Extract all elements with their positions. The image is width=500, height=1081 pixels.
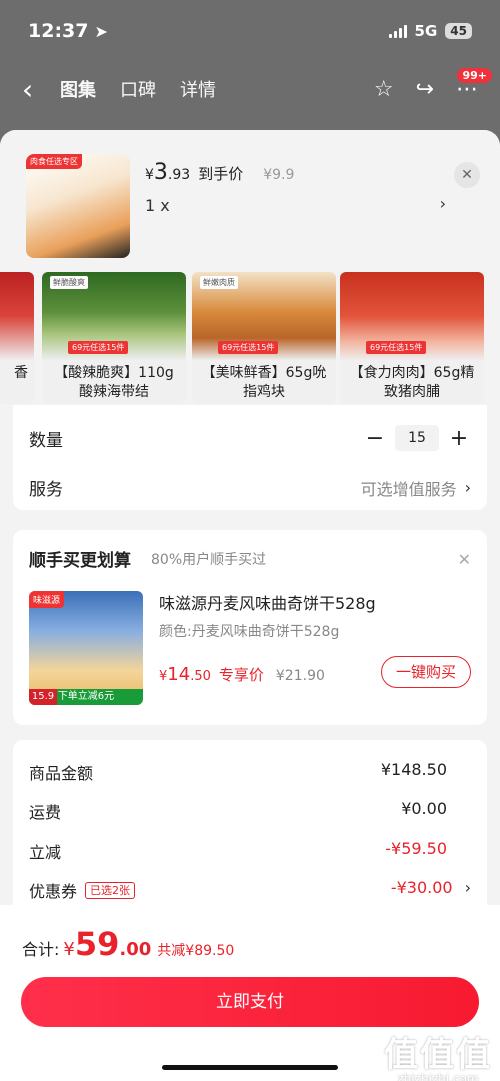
addon-price-currency: ¥ <box>159 669 168 684</box>
chevron-right-icon[interactable]: › <box>440 194 446 213</box>
checkout-sheet: 肉食任选专区 ¥ 3 .93 到手价 ¥9.9 1 x › ✕ 香 鲜脆酸爽 6… <box>0 130 500 1081</box>
breakdown-label: 商品金额 <box>29 764 94 783</box>
network-type: 5G <box>414 22 438 40</box>
share-icon[interactable]: ↪ <box>416 77 434 102</box>
breakdown-value: ¥148.50 <box>380 760 447 779</box>
watermark-url: zhizhizhi.com <box>397 1072 479 1081</box>
product-summary: 肉食任选专区 ¥ 3 .93 到手价 ¥9.9 1 x › ✕ <box>0 130 500 270</box>
pay-now-button[interactable]: 立即支付 <box>21 977 479 1027</box>
variant-name: 【酸辣脆爽】110g酸辣海带结 <box>54 365 174 400</box>
total-decimal: .00 <box>119 939 152 960</box>
breakdown-row: 立减 -¥59.50 <box>29 839 447 863</box>
unit-price: ¥ 3 .93 到手价 ¥9.9 <box>145 160 294 185</box>
close-icon[interactable]: ✕ <box>458 550 471 569</box>
back-icon[interactable]: ‹ <box>22 73 60 106</box>
coupon-badge: 已选2张 <box>85 881 136 899</box>
options-card: 数量 − 15 + 服务 可选增值服务 › <box>13 405 487 510</box>
variant-strip[interactable]: 香 鲜脆酸爽 69元任选15件 【酸辣脆爽】110g酸辣海带结 鲜嫩肉质 69元… <box>0 272 500 404</box>
breakdown-row: 商品金额 ¥148.50 <box>29 760 447 784</box>
variant-name: 【美味鲜香】65g吮指鸡块 <box>201 365 327 400</box>
addon-product-spec: 颜色:丹麦风味曲奇饼干528g <box>159 624 340 640</box>
close-icon[interactable]: ✕ <box>454 162 480 188</box>
one-click-buy-button[interactable]: 一键购买 <box>381 656 471 688</box>
addon-title: 顺手买更划算 <box>29 551 131 571</box>
variant-image: 69元任选15件 <box>340 272 484 360</box>
breakdown-label: 运费 <box>29 803 62 822</box>
home-indicator <box>162 1065 338 1070</box>
product-thumbnail: 肉食任选专区 <box>26 154 130 258</box>
addon-price: ¥ 14 .50 专享价 ¥21.90 <box>159 664 325 685</box>
price-integer: 3 <box>153 160 168 185</box>
total-currency: ¥ <box>63 939 75 960</box>
status-bar: 12:37 ➤ 5G 45 <box>0 0 500 62</box>
addon-subtitle: 80%用户顺手买过 <box>151 552 267 568</box>
addon-price-integer: 14 <box>167 664 191 685</box>
service-row[interactable]: 服务 可选增值服务 › <box>29 475 471 500</box>
battery-icon: 45 <box>445 23 472 39</box>
breakdown-row: 运费 ¥0.00 <box>29 799 447 823</box>
status-time: 12:37 <box>28 20 89 42</box>
breakdown-label: 立减 <box>29 843 62 862</box>
addon-image-tag: 味滋源 <box>29 591 65 608</box>
variant-name: 【食力肉肉】65g精致猪肉脯 <box>349 365 475 400</box>
total-saved: 共减¥89.50 <box>157 943 235 959</box>
tab-details[interactable]: 详情 <box>180 76 216 102</box>
tab-reviews[interactable]: 口碑 <box>120 76 156 102</box>
price-label: 到手价 <box>198 165 244 183</box>
variant-image: 鲜嫩肉质 69元任选15件 <box>192 272 336 360</box>
addon-product-image[interactable]: 味滋源 15.9 下单立减6元 <box>29 591 143 705</box>
variant-image <box>0 272 34 360</box>
breakdown-value: -¥30.00 <box>390 878 453 897</box>
addon-image-price: 15.9 <box>29 689 57 705</box>
chevron-right-icon: › <box>464 878 471 897</box>
tab-gallery[interactable]: 图集 <box>60 76 96 102</box>
plus-icon[interactable]: + <box>447 426 471 451</box>
breakdown-value: ¥0.00 <box>401 799 447 818</box>
variant-promo: 69元任选15件 <box>366 341 427 354</box>
price-currency: ¥ <box>145 167 154 183</box>
breakdown-value: -¥59.50 <box>385 839 447 858</box>
addon-original-price: ¥21.90 <box>275 668 325 684</box>
quantity-summary: 1 x <box>145 196 170 215</box>
addon-price-decimal: .50 <box>190 669 211 684</box>
price-breakdown-card: 商品金额 ¥148.50 运费 ¥0.00 立减 -¥59.50 优惠券 已选2… <box>13 740 487 915</box>
service-label: 服务 <box>29 480 63 500</box>
addon-product-name[interactable]: 味滋源丹麦风味曲奇饼干528g <box>159 590 376 614</box>
variant-promo: 69元任选15件 <box>218 341 279 354</box>
minus-icon[interactable]: − <box>363 426 387 451</box>
watermark-logo: 值值值 <box>384 1035 492 1075</box>
quantity-label: 数量 <box>29 430 63 451</box>
variant-card[interactable]: 鲜嫩肉质 69元任选15件 【美味鲜香】65g吮指鸡块 <box>192 272 336 404</box>
variant-name: 香 <box>14 365 28 381</box>
signal-icon <box>388 24 407 38</box>
breakdown-label: 优惠券 <box>29 882 78 901</box>
coupon-row[interactable]: 优惠券 已选2张 -¥30.00 › <box>29 878 471 902</box>
quantity-stepper[interactable]: − 15 + <box>363 425 471 451</box>
variant-card[interactable]: 鲜脆酸爽 69元任选15件 【酸辣脆爽】110g酸辣海带结 <box>42 272 186 404</box>
watermark: 值值值 zhizhizhi.com <box>384 1027 492 1081</box>
thumbnail-tag: 肉食任选专区 <box>26 154 82 169</box>
message-badge: 99+ <box>457 68 492 83</box>
order-total: 合计: ¥ 59 .00 共减¥89.50 <box>22 925 234 963</box>
star-icon[interactable]: ☆ <box>374 77 394 102</box>
price-decimal: .93 <box>167 167 191 183</box>
variant-card[interactable]: 69元任选15件 【食力肉肉】65g精致猪肉脯 <box>340 272 484 404</box>
variant-image: 鲜脆酸爽 69元任选15件 <box>42 272 186 360</box>
checkout-footer: 合计: ¥ 59 .00 共减¥89.50 立即支付 值值值 zhizhizhi… <box>0 905 500 1081</box>
total-label: 合计: <box>22 940 60 959</box>
variant-promo: 69元任选15件 <box>68 341 129 354</box>
variant-chip: 鲜脆酸爽 <box>50 276 88 289</box>
addon-card: 顺手买更划算 80%用户顺手买过 ✕ 味滋源 15.9 下单立减6元 味滋源丹麦… <box>13 530 487 725</box>
total-integer: 59 <box>74 925 120 963</box>
service-value: 可选增值服务 <box>360 479 457 499</box>
addon-price-label: 专享价 <box>218 666 264 684</box>
location-arrow-icon: ➤ <box>94 21 108 41</box>
variant-card[interactable]: 香 <box>0 272 34 404</box>
top-nav: ‹ 图集 口碑 详情 ☆ ↪ ⋯ <box>0 62 500 116</box>
original-price: ¥9.9 <box>263 167 295 183</box>
chevron-right-icon: › <box>464 478 471 497</box>
quantity-input[interactable]: 15 <box>395 425 439 451</box>
quantity-row: 数量 − 15 + <box>29 425 471 451</box>
variant-chip: 鲜嫩肉质 <box>200 276 238 289</box>
